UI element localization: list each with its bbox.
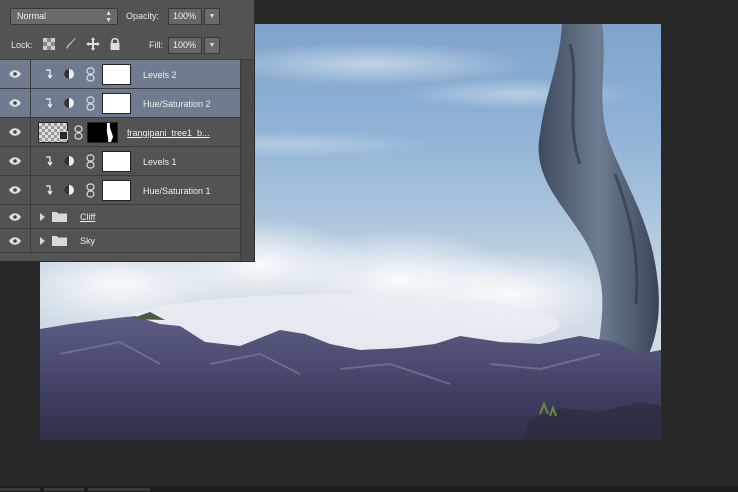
layer-row-levels-2[interactable]: Levels 2 (0, 60, 240, 89)
status-segment (0, 488, 40, 491)
layer-name: Levels 1 (143, 157, 177, 167)
adjustment-circle-icon (64, 156, 74, 166)
layers-scrollbar[interactable] (240, 60, 254, 260)
lock-label: Lock: (11, 40, 33, 50)
status-bar-strip (0, 486, 738, 492)
visibility-toggle[interactable] (0, 205, 31, 228)
layer-group-cliff[interactable]: Cliff (0, 205, 240, 229)
layer-mask-thumbnail[interactable] (102, 180, 131, 201)
layer-row-hue-saturation-1[interactable]: Hue/Saturation 1 (0, 176, 240, 205)
clipping-arrow-icon (46, 156, 53, 166)
eye-icon (9, 99, 21, 107)
folder-icon (52, 236, 67, 246)
layer-name: Cliff (80, 212, 96, 222)
blend-mode-value: Normal (17, 11, 47, 21)
chain-link-icon[interactable] (86, 67, 95, 82)
blend-mode-select[interactable]: Normal ▲ ▼ (10, 8, 118, 25)
layer-mask-thumbnail[interactable] (87, 122, 118, 143)
eye-icon (9, 186, 21, 194)
visibility-toggle[interactable] (0, 118, 31, 146)
chain-link-icon[interactable] (86, 96, 95, 111)
layer-row-levels-1[interactable]: Levels 1 (0, 147, 240, 176)
layers-panel: Normal ▲ ▼ Opacity: 100% ▼ Lock: Fill: 10… (0, 0, 255, 262)
layer-mask-thumbnail[interactable] (102, 64, 131, 85)
chain-link-icon[interactable] (86, 154, 95, 169)
expand-triangle-icon[interactable] (40, 237, 45, 245)
lock-position-icon[interactable] (86, 37, 100, 51)
layer-name: Levels 2 (143, 70, 177, 80)
layer-mask-thumbnail[interactable] (102, 93, 131, 114)
fill-dropdown-button[interactable]: ▼ (204, 37, 220, 54)
fill-input[interactable]: 100% (168, 37, 202, 54)
lock-all-icon[interactable] (108, 37, 122, 51)
status-segment (88, 488, 150, 491)
smart-object-badge-icon (59, 131, 68, 140)
eye-icon (9, 236, 21, 245)
eye-icon (9, 212, 21, 221)
fill-label: Fill: (149, 40, 163, 50)
chain-link-icon[interactable] (74, 125, 83, 140)
layer-row-frangipani-tree[interactable]: frangipani_tree1_b... (0, 118, 240, 147)
layer-name: Hue/Saturation 1 (143, 186, 211, 196)
layer-row-hue-saturation-2[interactable]: Hue/Saturation 2 (0, 89, 240, 118)
expand-triangle-icon[interactable] (40, 213, 45, 221)
adjustment-circle-icon (64, 69, 74, 79)
opacity-label: Opacity: (126, 11, 160, 21)
visibility-toggle[interactable] (0, 60, 31, 88)
lock-fill-row: Lock: Fill: 100% ▼ (0, 30, 254, 60)
lock-transparent-pixels-icon[interactable] (42, 37, 56, 51)
visibility-toggle[interactable] (0, 229, 31, 252)
select-arrows-icon: ▲ ▼ (105, 10, 112, 24)
visibility-toggle[interactable] (0, 147, 31, 175)
blend-opacity-row: Normal ▲ ▼ Opacity: 100% ▼ (0, 1, 254, 31)
layer-name: Hue/Saturation 2 (143, 99, 211, 109)
status-segment (44, 488, 84, 491)
clipping-arrow-icon (46, 98, 53, 108)
clipping-arrow-icon (46, 185, 53, 195)
chain-link-icon[interactable] (86, 183, 95, 198)
clipping-arrow-icon (46, 69, 53, 79)
opacity-input[interactable]: 100% (168, 8, 202, 25)
eye-icon (9, 128, 21, 136)
adjustment-circle-icon (64, 185, 74, 195)
folder-icon (52, 212, 67, 222)
lock-image-pixels-icon[interactable] (64, 37, 78, 51)
layer-mask-thumbnail[interactable] (102, 151, 131, 172)
visibility-toggle[interactable] (0, 89, 31, 117)
opacity-dropdown-button[interactable]: ▼ (204, 8, 220, 25)
visibility-toggle[interactable] (0, 176, 31, 204)
eye-icon (9, 157, 21, 165)
eye-icon (9, 70, 21, 78)
adjustment-circle-icon (64, 98, 74, 108)
layer-name: frangipani_tree1_b... (127, 128, 210, 138)
layer-group-sky[interactable]: Sky (0, 229, 240, 253)
mask-shape-icon (106, 123, 113, 142)
layer-name: Sky (80, 236, 96, 246)
